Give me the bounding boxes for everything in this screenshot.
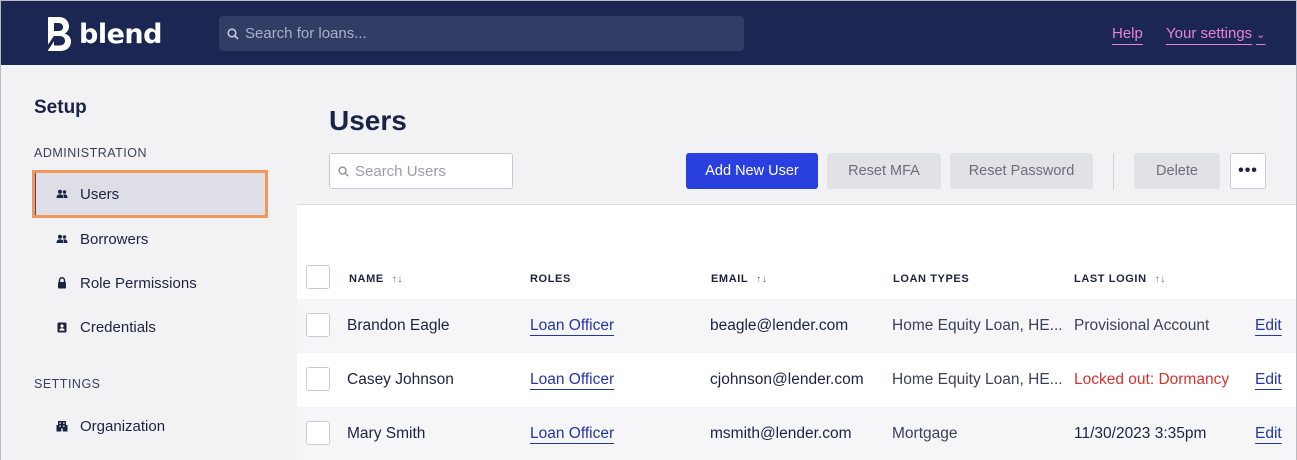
column-header-name[interactable]: NAME ↑↓ [349, 273, 403, 285]
sidebar-item-borrowers[interactable]: Borrowers [36, 217, 264, 261]
role-link[interactable]: Loan Officer [530, 425, 614, 443]
column-header-label: ROLES [530, 273, 571, 285]
user-name: Brandon Eagle [347, 317, 450, 334]
chevron-down-icon: ⌄ [1256, 29, 1266, 41]
sidebar-item-credentials[interactable]: Credentials [36, 305, 264, 349]
section-administration: ADMINISTRATION [34, 146, 148, 160]
sidebar-item-label: Role Permissions [80, 274, 197, 292]
column-header-loan-types: LOAN TYPES [893, 273, 969, 285]
table-row: Mary Smith Loan Officer msmith@lender.co… [297, 407, 1296, 460]
settings-label: Your settings [1166, 25, 1253, 42]
section-settings: SETTINGS [34, 377, 101, 391]
sidebar-item-label: Users [80, 185, 120, 203]
select-all-checkbox[interactable] [306, 265, 330, 289]
table-row: Brandon Eagle Loan Officer beagle@lender… [297, 299, 1296, 353]
loan-search-bar[interactable] [219, 16, 744, 51]
search-icon [338, 165, 349, 177]
loan-types: Home Equity Loan, HE... [892, 371, 1063, 388]
reset-mfa-button[interactable]: Reset MFA [827, 153, 941, 189]
user-name: Mary Smith [347, 425, 426, 442]
id-card-icon [56, 321, 68, 333]
sort-icon: ↑↓ [1154, 273, 1166, 285]
add-new-user-button[interactable]: Add New User [686, 153, 818, 189]
loan-types: Home Equity Loan, HE... [892, 317, 1063, 334]
loan-types: Mortgage [892, 425, 958, 442]
role-link[interactable]: Loan Officer [530, 317, 614, 335]
edit-link[interactable]: Edit [1255, 371, 1282, 389]
user-email: msmith@lender.com [710, 425, 852, 442]
building-icon [56, 420, 68, 432]
column-header-label: LAST LOGIN [1074, 273, 1147, 285]
top-nav-bar: blend Help Your settings⌄ [1, 1, 1296, 65]
help-label: Help [1112, 25, 1143, 42]
logo-text: blend [79, 18, 162, 50]
edit-link[interactable]: Edit [1255, 425, 1282, 443]
loan-search-input[interactable] [245, 25, 725, 42]
sidebar-item-organization[interactable]: Organization [36, 404, 264, 448]
column-header-label: EMAIL [711, 273, 749, 285]
role-link[interactable]: Loan Officer [530, 371, 614, 389]
row-checkbox[interactable] [306, 313, 330, 337]
lock-icon [56, 277, 68, 289]
column-header-email[interactable]: EMAIL ↑↓ [711, 273, 767, 285]
table-row: Casey Johnson Loan Officer cjohnson@lend… [297, 353, 1296, 407]
user-email: cjohnson@lender.com [710, 371, 864, 388]
sidebar-item-role-permissions[interactable]: Role Permissions [36, 261, 264, 305]
sidebar-title: Setup [34, 97, 87, 118]
users-icon [56, 188, 68, 200]
page-title: Users [329, 105, 407, 136]
sidebar-item-label: Organization [80, 417, 166, 435]
column-header-label: LOAN TYPES [893, 273, 970, 285]
search-icon [227, 27, 239, 40]
people-icon [56, 233, 68, 245]
main-content: Users Add New User Reset MFA Reset Passw… [297, 65, 1296, 460]
setup-sidebar: Setup ADMINISTRATION Users Borrowers Rol… [1, 65, 297, 460]
user-search-input[interactable] [355, 162, 505, 180]
blend-logo[interactable]: blend [45, 15, 162, 53]
reset-password-button[interactable]: Reset Password [950, 153, 1093, 189]
sidebar-item-label: Credentials [80, 318, 156, 336]
sidebar-item-users[interactable]: Users [32, 170, 268, 218]
user-name: Casey Johnson [347, 371, 454, 388]
users-header: Users Add New User Reset MFA Reset Passw… [297, 65, 1296, 205]
help-link[interactable]: Help [1112, 25, 1143, 42]
last-login-status: Locked out: Dormancy [1074, 371, 1230, 388]
last-login: 11/30/2023 3:35pm [1074, 425, 1207, 442]
user-search-box[interactable] [329, 153, 513, 189]
delete-button[interactable]: Delete [1134, 153, 1220, 189]
column-header-last-login[interactable]: LAST LOGIN ↑↓ [1074, 273, 1166, 285]
more-options-button[interactable]: ••• [1230, 153, 1266, 189]
sort-icon: ↑↓ [756, 273, 768, 285]
last-login: Provisional Account [1074, 317, 1210, 334]
blend-logo-icon [45, 17, 71, 51]
edit-link[interactable]: Edit [1255, 317, 1282, 335]
column-header-label: NAME [349, 273, 384, 285]
column-header-roles: ROLES [530, 273, 571, 285]
row-checkbox[interactable] [306, 421, 330, 445]
toolbar-divider [1113, 153, 1114, 189]
user-email: beagle@lender.com [710, 317, 849, 334]
row-checkbox[interactable] [306, 367, 330, 391]
sidebar-item-label: Borrowers [80, 230, 149, 248]
sort-icon: ↑↓ [391, 273, 403, 285]
your-settings-menu[interactable]: Your settings ⌄ [1166, 25, 1265, 42]
